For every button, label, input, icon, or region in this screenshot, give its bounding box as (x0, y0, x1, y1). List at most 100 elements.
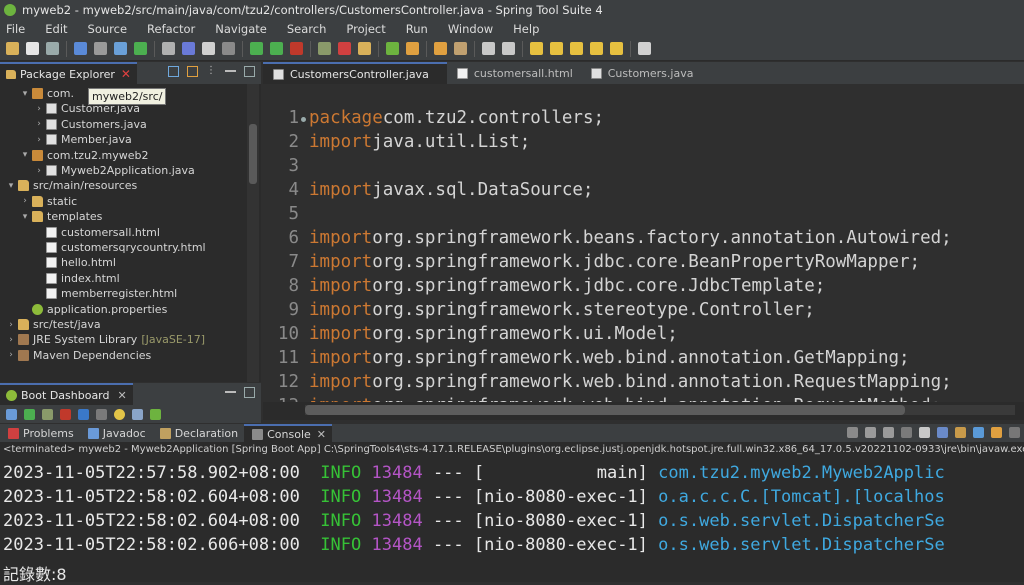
chevron-icon[interactable]: › (6, 335, 16, 345)
tree-item[interactable]: application.properties (20, 302, 167, 317)
tree-item[interactable]: index.html (34, 271, 120, 286)
bulb-icon[interactable] (114, 408, 125, 420)
debug-icon[interactable] (42, 408, 53, 420)
toolbar-button-icon[interactable] (202, 42, 215, 55)
chevron-icon[interactable]: ▾ (6, 181, 16, 191)
console-tab-problems[interactable]: Problems (0, 424, 80, 442)
tree-item[interactable]: › JRE System Library [JavaSE-17] (6, 332, 205, 347)
toolbar-button-icon[interactable] (114, 42, 127, 55)
toolbar-button-icon[interactable] (358, 42, 371, 55)
toolbar-button-icon[interactable] (182, 42, 195, 55)
menu-file[interactable]: File (6, 22, 25, 36)
toolbar-button-icon[interactable] (290, 42, 303, 55)
editor-tab[interactable]: CustomersController.java (263, 62, 447, 84)
toolbar-button-icon[interactable] (434, 42, 447, 55)
tree-item[interactable]: memberregister.html (34, 286, 177, 301)
toolbar-button-icon[interactable] (338, 42, 351, 55)
view-menu-icon[interactable]: ⋮ (206, 66, 217, 77)
chevron-icon[interactable]: ▾ (20, 89, 30, 99)
tab-boot-dashboard[interactable]: Boot Dashboard ✕ (0, 383, 133, 405)
menu-search[interactable]: Search (287, 22, 327, 36)
toolbar-button-icon[interactable] (550, 42, 563, 55)
code-editor[interactable]: 1 package com.tzu2.controllers; 2 import ja… (263, 84, 1024, 402)
terminate-icon[interactable] (901, 427, 912, 438)
toolbar-button-icon[interactable] (502, 42, 515, 55)
menu-source[interactable]: Source (88, 22, 128, 36)
editor-tab[interactable]: customersall.html (447, 62, 581, 84)
refresh-icon[interactable] (6, 408, 17, 420)
tree-item[interactable]: customersqrycountry.html (34, 240, 206, 255)
tab-package-explorer[interactable]: Package Explorer ✕ (0, 62, 137, 84)
menu-project[interactable]: Project (346, 22, 385, 36)
pin-console-icon[interactable] (937, 427, 948, 438)
toolbar-button-icon[interactable] (530, 42, 543, 55)
toolbar-button-icon[interactable] (386, 42, 399, 55)
collapse-all-icon[interactable] (168, 66, 179, 77)
chevron-icon[interactable]: ▾ (20, 212, 30, 222)
menu-refactor[interactable]: Refactor (147, 22, 195, 36)
toolbar-button-icon[interactable] (250, 42, 263, 55)
open-console-icon[interactable] (991, 427, 1002, 438)
menu-run[interactable]: Run (406, 22, 428, 36)
chevron-icon[interactable]: ▾ (20, 150, 30, 160)
tree-item[interactable]: › Customers.java (34, 117, 147, 132)
tree-item[interactable]: hello.html (34, 255, 116, 270)
toolbar-button-icon[interactable] (482, 42, 495, 55)
toolbar-button-icon[interactable] (318, 42, 331, 55)
minimize-icon[interactable] (225, 387, 236, 393)
toolbar-button-icon[interactable] (6, 42, 19, 55)
console-tab-javadoc[interactable]: Javadoc (80, 424, 152, 442)
scroll-lock-icon[interactable] (847, 427, 858, 438)
minimize-icon[interactable] (1009, 427, 1020, 438)
chevron-icon[interactable]: › (20, 196, 30, 206)
tree-item[interactable]: ▾ com. (20, 86, 74, 101)
display-selected-console-icon[interactable] (973, 427, 984, 438)
toolbar-button-icon[interactable] (26, 42, 39, 55)
chevron-icon[interactable]: › (34, 119, 44, 129)
close-icon[interactable]: ✕ (317, 428, 326, 441)
remove-launch-icon[interactable] (865, 427, 876, 438)
tree-item[interactable]: › src/test/java (6, 317, 100, 332)
console-icon[interactable] (96, 408, 107, 420)
chevron-icon[interactable]: › (34, 135, 44, 145)
toolbar-button-icon[interactable] (222, 42, 235, 55)
remove-all-icon[interactable] (883, 427, 894, 438)
menu-edit[interactable]: Edit (45, 22, 67, 36)
editor-tab[interactable]: Customers.java (581, 62, 702, 84)
close-icon[interactable]: ✕ (118, 389, 127, 402)
editor-hscrollbar[interactable] (263, 402, 1024, 418)
tree-item[interactable]: ▾ com.tzu2.myweb2 (20, 148, 149, 163)
filter-icon[interactable] (132, 408, 143, 420)
maximize-icon[interactable] (244, 387, 255, 398)
tree-item[interactable]: › Myweb2Application.java (34, 163, 195, 178)
word-wrap-icon[interactable] (955, 427, 966, 438)
tree-item[interactable]: › Maven Dependencies (6, 348, 151, 363)
console-tab-declaration[interactable]: Declaration (152, 424, 244, 442)
toolbar-button-icon[interactable] (454, 42, 467, 55)
menu-window[interactable]: Window (448, 22, 493, 36)
open-browser-icon[interactable] (78, 408, 89, 420)
tree-item[interactable]: › static (20, 194, 77, 209)
chevron-icon[interactable]: › (34, 166, 44, 176)
toolbar-button-icon[interactable] (46, 42, 59, 55)
console-output[interactable]: 記錄數:8 2023-11-05T22:57:58.902+08:00 INFO… (0, 457, 1024, 584)
toolbar-button-icon[interactable] (406, 42, 419, 55)
tree-scrollbar[interactable] (247, 84, 259, 382)
clear-console-icon[interactable] (919, 427, 930, 438)
link-with-editor-icon[interactable] (187, 66, 198, 77)
toolbar-button-icon[interactable] (590, 42, 603, 55)
toolbar-button-icon[interactable] (74, 42, 87, 55)
toolbar-button-icon[interactable] (570, 42, 583, 55)
close-icon[interactable]: ✕ (121, 67, 131, 81)
hscrollbar-thumb[interactable] (305, 405, 905, 415)
toolbar-button-icon[interactable] (134, 42, 147, 55)
deploy-icon[interactable] (150, 408, 161, 420)
toolbar-button-icon[interactable] (94, 42, 107, 55)
start-icon[interactable] (24, 408, 35, 420)
stop-icon[interactable] (60, 408, 71, 420)
tree-scrollbar-thumb[interactable] (249, 124, 257, 184)
tree-item[interactable]: › Member.java (34, 132, 132, 147)
menu-navigate[interactable]: Navigate (215, 22, 267, 36)
toolbar-button-icon[interactable] (162, 42, 175, 55)
menu-help[interactable]: Help (513, 22, 539, 36)
